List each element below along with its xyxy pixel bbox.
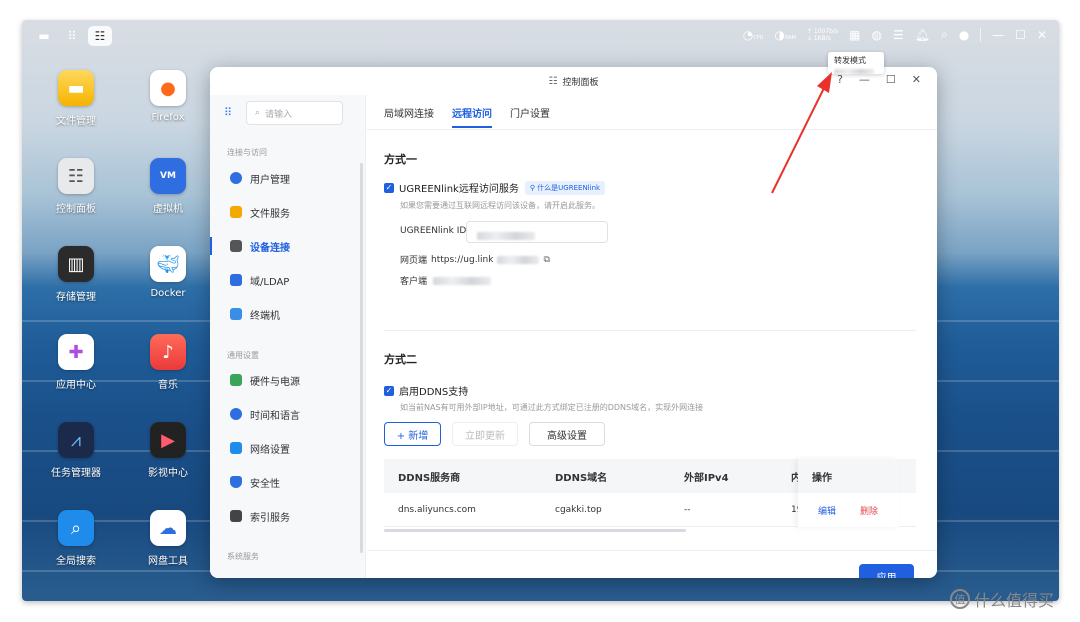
red-annotation-arrow [771, 72, 832, 194]
watermark-logo-icon: 值 [950, 589, 970, 609]
watermark: 值 什么值得买 [950, 587, 1054, 611]
